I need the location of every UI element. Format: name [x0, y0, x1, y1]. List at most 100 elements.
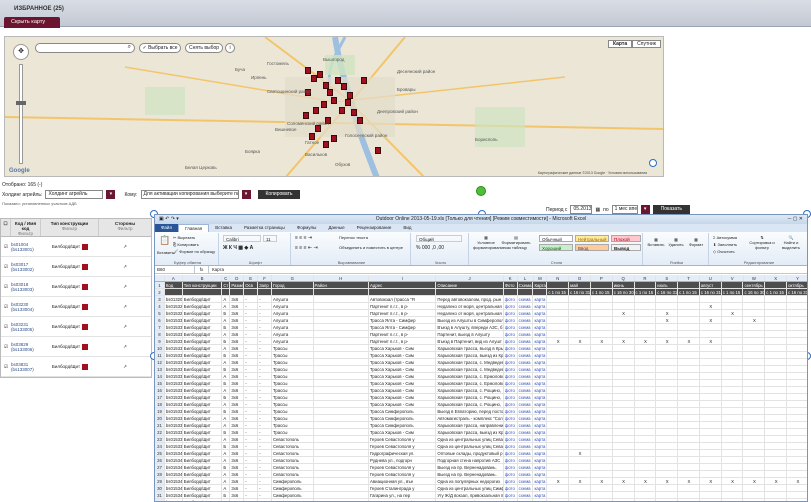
- cell[interactable]: [569, 380, 591, 386]
- cell[interactable]: [678, 485, 700, 491]
- cell[interactable]: [678, 331, 700, 337]
- cell[interactable]: [678, 408, 700, 414]
- cell[interactable]: [569, 422, 591, 428]
- cell[interactable]: Билборд/Щит: [183, 338, 223, 344]
- map-link[interactable]: карта: [533, 352, 548, 358]
- excel-window[interactable]: ▣ ↶ ↷ ▾ Outdoor Online 2013-05-19.xls [Т…: [154, 214, 808, 502]
- search-icon[interactable]: ⌕: [128, 44, 131, 51]
- cell[interactable]: [765, 443, 788, 449]
- cell[interactable]: [569, 394, 591, 400]
- cell[interactable]: [765, 373, 788, 379]
- cell[interactable]: [656, 303, 679, 309]
- cell[interactable]: 3x6: [230, 338, 245, 344]
- column-letter[interactable]: H: [314, 275, 370, 281]
- cell[interactable]: [656, 373, 679, 379]
- cell[interactable]: [656, 331, 679, 337]
- cell[interactable]: [722, 394, 744, 400]
- cell[interactable]: [722, 401, 744, 407]
- cell[interactable]: [613, 443, 635, 449]
- map-link[interactable]: карта: [533, 331, 548, 337]
- cell[interactable]: -: [244, 359, 259, 365]
- cell[interactable]: -: [244, 429, 259, 435]
- cell[interactable]: Билборд/Щит: [183, 429, 223, 435]
- cell[interactable]: [314, 443, 370, 449]
- cell[interactable]: -: [258, 352, 272, 358]
- cell[interactable]: [569, 324, 591, 330]
- cell[interactable]: X: [635, 338, 657, 344]
- cell[interactable]: [700, 415, 722, 421]
- cell[interactable]: [700, 429, 722, 435]
- row-checkbox[interactable]: ☑: [1, 344, 11, 350]
- column-letter[interactable]: J: [436, 275, 504, 281]
- table-row[interactable]: 26bs015341Билборд/ЩитА3x6--СевастопольРу…: [155, 457, 807, 464]
- cell[interactable]: [656, 408, 679, 414]
- edit-icon[interactable]: ↗: [99, 264, 151, 270]
- cell[interactable]: [635, 443, 657, 449]
- cell[interactable]: 3x6: [230, 310, 245, 316]
- cell[interactable]: [635, 485, 657, 491]
- clear-button[interactable]: ◇ Очистить: [713, 249, 735, 254]
- row-code[interactable]: bs01004 (bs133001): [11, 242, 41, 252]
- cell[interactable]: [569, 436, 591, 442]
- cell[interactable]: [700, 443, 722, 449]
- cell[interactable]: [591, 408, 613, 414]
- zoom-knob[interactable]: [16, 101, 26, 105]
- cell[interactable]: [700, 380, 722, 386]
- cell[interactable]: [722, 443, 744, 449]
- cell[interactable]: [678, 457, 700, 463]
- cell[interactable]: [765, 394, 788, 400]
- cell[interactable]: [613, 303, 635, 309]
- cell[interactable]: 3x6: [230, 492, 245, 498]
- cell[interactable]: Билборд/Щит: [183, 317, 223, 323]
- cell[interactable]: [591, 373, 613, 379]
- cell[interactable]: Трассы: [272, 387, 314, 393]
- cell[interactable]: Одна из популярных недорогих: [436, 478, 504, 484]
- cell[interactable]: [591, 443, 613, 449]
- cell[interactable]: bs015337: [165, 415, 183, 421]
- activation-select[interactable]: Для активации копирования выберите плоск…: [140, 190, 239, 199]
- cell[interactable]: [722, 296, 744, 302]
- cell[interactable]: А: [222, 331, 231, 337]
- cell[interactable]: [722, 324, 744, 330]
- map-pin-icon[interactable]: [339, 107, 345, 114]
- cell[interactable]: [547, 331, 570, 337]
- cell[interactable]: [547, 366, 570, 372]
- cell[interactable]: [591, 359, 613, 365]
- cell[interactable]: [635, 317, 657, 323]
- cell[interactable]: bs015345: [165, 492, 183, 498]
- cell[interactable]: -: [244, 450, 259, 456]
- insert-cells-button[interactable]: ▦ Вставить: [647, 237, 665, 247]
- cell[interactable]: -: [244, 324, 259, 330]
- cell[interactable]: [700, 331, 722, 337]
- cell[interactable]: bs015336: [165, 408, 183, 414]
- column-letter[interactable]: [155, 275, 165, 281]
- cell[interactable]: [678, 380, 700, 386]
- cell[interactable]: Партенит, выезд в Алушту: [436, 331, 504, 337]
- cell[interactable]: [547, 471, 570, 477]
- cell[interactable]: [743, 422, 766, 428]
- cell[interactable]: [787, 401, 807, 407]
- map-link[interactable]: карта: [533, 478, 548, 484]
- cell[interactable]: 3x6: [230, 429, 245, 435]
- scheme-link[interactable]: схема: [518, 345, 534, 351]
- cell[interactable]: -: [244, 464, 259, 470]
- table-row[interactable]: 3bs013209Билборд/ЩитА3x6--АлуштаАвтовокз…: [155, 296, 807, 303]
- cell[interactable]: bs015335: [165, 387, 183, 393]
- cell[interactable]: [787, 471, 807, 477]
- cell[interactable]: [787, 296, 807, 302]
- photo-link[interactable]: фото: [504, 443, 518, 449]
- map-link[interactable]: карта: [533, 443, 548, 449]
- cell[interactable]: [787, 373, 807, 379]
- cell[interactable]: [547, 373, 570, 379]
- cell[interactable]: Севастополь: [272, 457, 314, 463]
- cell[interactable]: Трасса Симферополь: [369, 415, 437, 421]
- cell[interactable]: [743, 366, 766, 372]
- cell[interactable]: [613, 359, 635, 365]
- fx-icon[interactable]: fx: [195, 266, 209, 273]
- cell[interactable]: bs015341: [165, 457, 183, 463]
- cell[interactable]: [569, 429, 591, 435]
- cell[interactable]: [656, 352, 679, 358]
- cell[interactable]: Трасса Харьков - Сим: [369, 366, 437, 372]
- cell[interactable]: А: [222, 457, 231, 463]
- cell[interactable]: [743, 485, 766, 491]
